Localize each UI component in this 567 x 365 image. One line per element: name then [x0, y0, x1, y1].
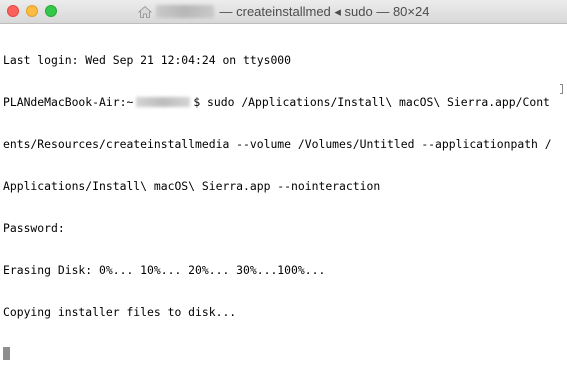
terminal-line: Applications/Install\ macOS\ Sierra.app …: [3, 179, 381, 193]
redacted-username: [136, 97, 191, 107]
text-cursor: [3, 347, 10, 360]
home-folder-icon: [137, 5, 152, 18]
terminal-line: Erasing Disk: 0%... 10%... 20%... 30%...…: [3, 263, 326, 277]
terminal-output[interactable]: Last login: Wed Sep 21 12:04:24 on ttys0…: [0, 24, 567, 365]
terminal-line: Copying installer files to disk...: [3, 305, 237, 319]
command-text: $ sudo /Applications/Install\ macOS\ Sie…: [193, 95, 550, 109]
terminal-line: ents/Resources/createinstallmedia --volu…: [3, 137, 552, 151]
terminal-line: Last login: Wed Sep 21 12:04:24 on ttys0…: [3, 53, 292, 67]
terminal-line-prompt: PLANdeMacBook-Air:~ $ sudo /Applications/…: [3, 95, 567, 109]
window-title: — createinstallmed ◂ sudo — 80×24: [0, 0, 567, 23]
window-title-text: — createinstallmed ◂ sudo — 80×24: [219, 3, 430, 19]
redacted-username: [155, 5, 214, 18]
title-bar[interactable]: — createinstallmed ◂ sudo — 80×24: [0, 0, 567, 24]
cursor-line: [3, 347, 567, 361]
terminal-line: Password:: [3, 221, 65, 235]
bracket-marker: [560, 84, 563, 94]
prompt-host: PLANdeMacBook-Air:~: [3, 95, 134, 109]
terminal-window: — createinstallmed ◂ sudo — 80×24 Last l…: [0, 0, 567, 365]
